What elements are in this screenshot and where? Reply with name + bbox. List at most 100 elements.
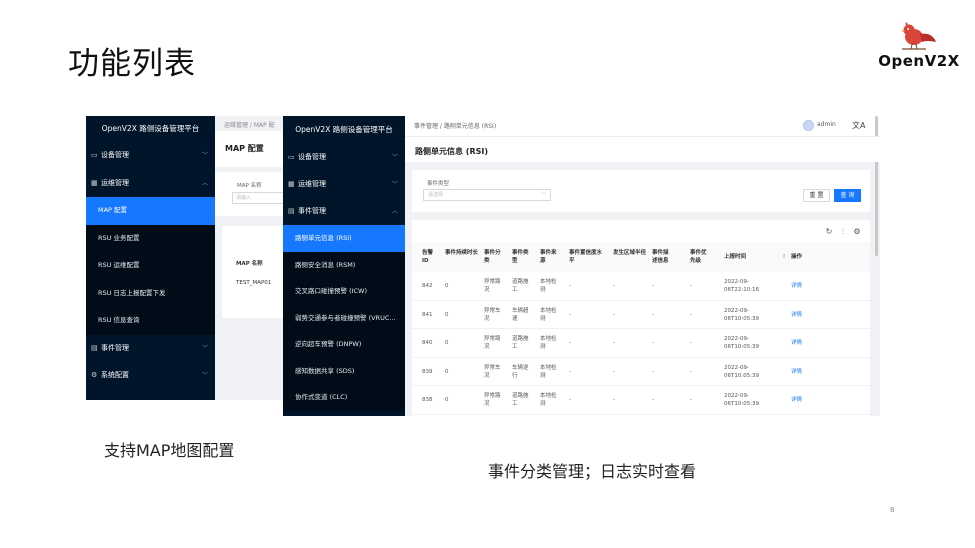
table-row: 841 0 异常车况 车辆超速 本地检测 - - - - 2022-09-06T10:05:39 详…	[412, 301, 870, 329]
page-header: MAP 配置	[215, 131, 286, 167]
main-content: 运维管理 / MAP 配 MAP 配置 MAP 名称 请输入 MAP 名称 TE…	[215, 116, 286, 400]
detail-link[interactable]: 详情	[791, 339, 811, 347]
column-header: 告警 ID	[422, 250, 434, 264]
column-header: 事件类型	[512, 250, 529, 264]
sidebar-subitem-rsu-business[interactable]: RSU 业务配置	[86, 224, 215, 252]
column-header: 事件优先级	[690, 250, 707, 264]
refresh-icon[interactable]: ↻	[822, 227, 836, 236]
cell-report-time: 2022-09-06T22:10:16	[724, 279, 760, 293]
table-toolbar: ↻ ⫶ ⚙	[822, 227, 864, 237]
query-button[interactable]: 查 询	[834, 189, 861, 202]
column-header: 操作	[791, 254, 803, 260]
cell-radius: -	[613, 368, 615, 375]
sidebar-item-device-mgmt[interactable]: ▭ 设备管理 ﹀	[283, 144, 405, 171]
device-icon: ▭	[91, 151, 98, 159]
sidebar-subitem-rsu-log[interactable]: RSU 日志上报配置下发	[86, 279, 215, 307]
sidebar-subitem-vruc[interactable]: 弱势交通参与者碰撞预警 (VRUC...	[283, 304, 405, 331]
cell-alarm-id: 839	[422, 368, 433, 375]
column-header: 事件置信度水平	[569, 250, 603, 264]
main-content: 事件管理 / 路侧单元信息 (RSI) admin 文A 路侧单元信息 (RSI…	[405, 116, 880, 416]
cell-source: 本地检测	[540, 279, 557, 293]
cell-type: 道路施工	[512, 393, 529, 407]
sidebar-title: OpenV2X 路侧设备管理平台	[295, 125, 393, 134]
cell-alarm-id: 838	[422, 397, 433, 403]
breadcrumb: 运维管理 / MAP 配	[224, 122, 275, 129]
event-type-select[interactable]: 请选择 ﹀	[423, 189, 551, 201]
sidebar-subitem-dnpw[interactable]: 逆向超车预警 (DNPW)	[283, 331, 405, 358]
sidebar-subitem-sds[interactable]: 感知数据共享 (SDS)	[283, 357, 405, 384]
sidebar-item-label: 设备管理	[298, 153, 326, 161]
chevron-down-icon: ﹀	[201, 372, 208, 379]
breadcrumb: 事件管理 / 路侧单元信息 (RSI)	[414, 123, 497, 130]
sidebar-subitem-rsm[interactable]: 路侧安全消息 (RSM)	[283, 251, 405, 278]
sidebar-item-device-mgmt[interactable]: ▭ 设备管理 ﹀	[86, 142, 215, 170]
density-icon[interactable]: ⫶	[836, 227, 850, 237]
ops-icon: ▦	[91, 178, 98, 187]
chevron-down-icon: ﹀	[391, 181, 398, 188]
reset-button[interactable]: 重 置	[803, 189, 830, 202]
cell-report-time: 2022-09-06T10:05:39	[724, 307, 760, 322]
table-row: 838 0 异常路况 道路施工 本地检测 - - - - 2022-09-06T10:05:39 详…	[412, 386, 870, 415]
username[interactable]: admin	[817, 121, 836, 128]
cell-source: 本地检测	[540, 393, 557, 407]
sidebar-subitem-rsu-info[interactable]: RSU 信息查询	[86, 307, 215, 335]
settings-icon[interactable]: ⚙	[850, 227, 864, 236]
cell-category: 异常路况	[484, 393, 501, 407]
translate-icon[interactable]: 文A	[852, 120, 865, 131]
cell-description: -	[652, 340, 654, 346]
map-name-input[interactable]: 请输入	[232, 192, 286, 204]
sidebar-subitem-rsu-ops[interactable]: RSU 运维配置	[86, 252, 215, 280]
cell-alarm-id: 841	[422, 311, 433, 318]
page-title: 路侧单元信息 (RSI)	[415, 147, 488, 156]
sort-icon[interactable]: ⇕	[782, 253, 787, 261]
cell-radius: -	[613, 340, 615, 346]
cell-source: 本地检测	[540, 336, 557, 350]
cell-confidence: -	[569, 283, 571, 289]
avatar[interactable]	[803, 120, 814, 131]
sidebar-subitem-map-config[interactable]: MAP 配置	[86, 197, 215, 225]
table-header-row: 告警 ID 事件持续时长 事件分类 事件类型 事件来源 事件置信度水平 发生区域…	[412, 242, 870, 272]
device-icon: ▭	[288, 153, 295, 161]
filter-label: MAP 名称	[237, 183, 262, 189]
cell-category: 异常路况	[484, 336, 501, 350]
sidebar-item-event-mgmt[interactable]: ▤ 事件管理 ﹀	[86, 335, 215, 363]
sidebar: OpenV2X 路侧设备管理平台 ▭ 设备管理 ﹀ ▦ 运维管理 ﹀ ▤ 事件管理 ︿…	[283, 116, 405, 416]
table-row: 840 0 异常路况 道路施工 本地检测 - - - - 2022-09-06T10:05:39 详…	[412, 329, 870, 358]
cell-priority: -	[690, 397, 692, 403]
cell-confidence: -	[569, 340, 571, 346]
cell-confidence: -	[569, 368, 571, 375]
sidebar: OpenV2X 路侧设备管理平台 ▭ 设备管理 ﹀ ▦ 运维管理 ︿ MAP 配置 …	[86, 116, 215, 400]
sidebar-item-ops-mgmt[interactable]: ▦ 运维管理 ﹀	[283, 171, 405, 198]
sidebar-item-ops-mgmt[interactable]: ▦ 运维管理 ︿	[86, 170, 215, 198]
map-table: MAP 名称 TEST_MAP01	[222, 226, 286, 318]
detail-link[interactable]: 详情	[791, 311, 811, 319]
openv2x-logo: OpenV2X	[874, 18, 964, 74]
cell-description: -	[652, 368, 654, 375]
sidebar-item-event-mgmt[interactable]: ▤ 事件管理 ︿	[283, 198, 405, 225]
detail-link[interactable]: 详情	[791, 396, 811, 404]
screenshot-map-config: OpenV2X 路侧设备管理平台 ▭ 设备管理 ﹀ ▦ 运维管理 ︿ MAP 配置 …	[86, 116, 286, 400]
sidebar-subitem-rsi[interactable]: 路侧单元信息 (RSI)	[283, 225, 405, 252]
cell-type: 车辆超速	[512, 307, 529, 322]
sidebar-item-label: 运维管理	[101, 178, 129, 187]
column-header: 发生区域半径	[613, 250, 647, 256]
cell-category: 异常车况	[484, 307, 501, 322]
cell-type: 车辆逆行	[512, 364, 529, 379]
detail-link[interactable]: 详情	[791, 368, 811, 376]
cell-source: 本地检测	[540, 307, 557, 322]
sidebar-item-system-config[interactable]: ⚙ 系统配置 ﹀	[86, 362, 215, 390]
cell-priority: -	[690, 368, 692, 375]
cell-priority: -	[690, 311, 692, 318]
caption-map-config: 支持MAP地图配置	[104, 441, 235, 460]
sidebar-item-label: 事件管理	[298, 207, 326, 215]
sidebar-subitem-icw[interactable]: 交叉路口碰撞预警 (ICW)	[283, 278, 405, 305]
page-number: 8	[890, 506, 895, 514]
bird-icon	[901, 22, 936, 50]
page-title: MAP 配置	[225, 144, 264, 153]
sidebar-subitem-clc[interactable]: 协作式变道 (CLC)	[283, 384, 405, 411]
cell-alarm-id: 840	[422, 340, 433, 346]
cell-report-time: 2022-09-06T10:05:39	[724, 393, 760, 407]
ops-icon: ▦	[288, 180, 295, 188]
detail-link[interactable]: 详情	[791, 282, 811, 290]
cell-confidence: -	[569, 311, 571, 318]
